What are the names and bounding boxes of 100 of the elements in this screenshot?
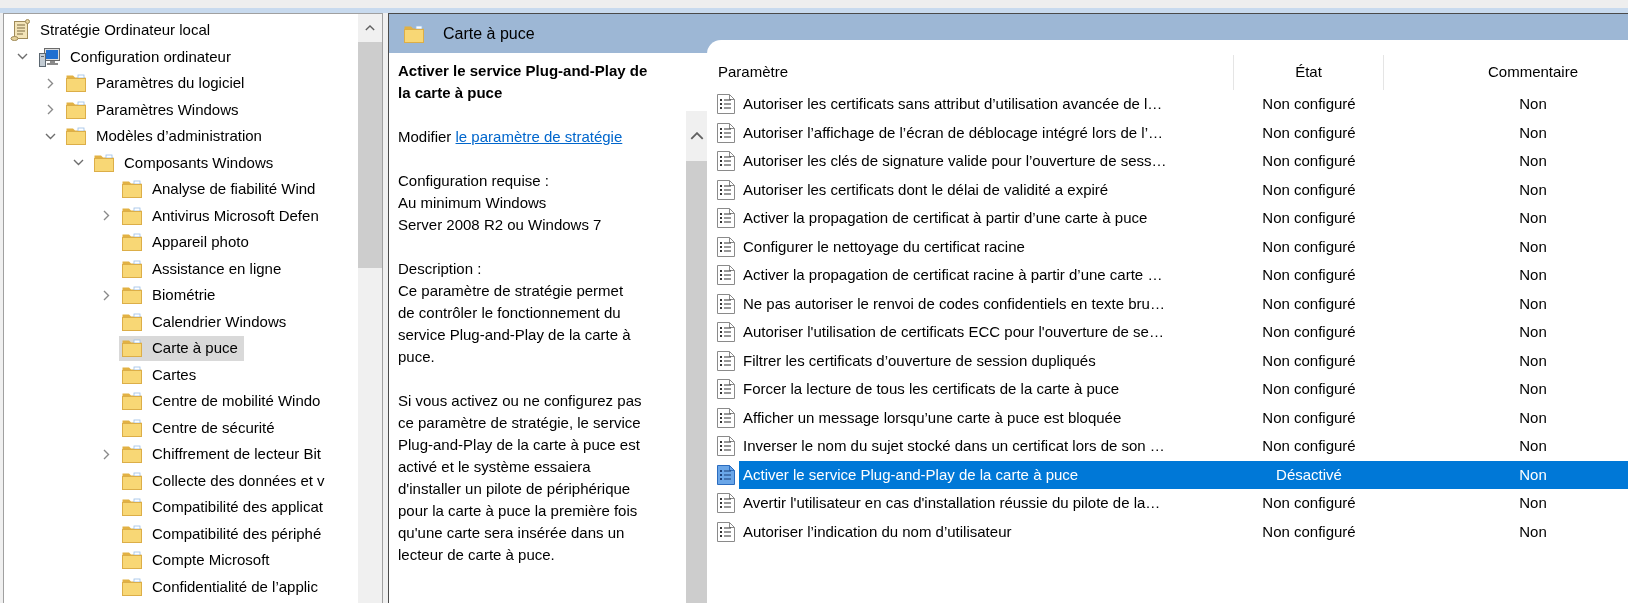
setting-state: Non configuré bbox=[1262, 322, 1356, 342]
folder-icon bbox=[122, 180, 142, 199]
setting-row[interactable]: Avertir l'utilisateur en cas d'installation réussie du pilote de la… Non configuré Non bbox=[739, 489, 1628, 517]
setting-row[interactable]: Afficher un message lorsqu’une carte à puce est bloquée Non configuré Non bbox=[739, 404, 1628, 432]
scroll-icon bbox=[10, 19, 30, 42]
requirements-label: Configuration requise : bbox=[398, 171, 550, 191]
setting-comment: Non bbox=[1519, 236, 1547, 257]
column-header[interactable]: Commentaire bbox=[1384, 55, 1628, 90]
document-list-icon bbox=[717, 293, 735, 314]
tree-item[interactable]: Compte Microsoft bbox=[119, 547, 276, 573]
computer-icon bbox=[38, 46, 60, 67]
setting-state: Non configuré bbox=[1262, 350, 1356, 371]
chevron-down-icon[interactable] bbox=[73, 159, 84, 167]
setting-comment: Non bbox=[1519, 179, 1547, 200]
column-header[interactable]: Paramètre bbox=[707, 55, 1234, 90]
folder-icon bbox=[122, 312, 142, 331]
scrollbar-thumb[interactable] bbox=[358, 42, 382, 268]
chevron-right-icon[interactable] bbox=[103, 210, 110, 222]
tree-item[interactable]: Cartes bbox=[119, 362, 203, 388]
document-list-icon bbox=[717, 407, 735, 428]
setting-row[interactable]: Activer le service Plug-and-Play de la carte à puce Désactivé Non bbox=[739, 461, 1628, 489]
document-list-icon bbox=[717, 521, 735, 542]
tree-item[interactable]: Biométrie bbox=[119, 282, 222, 308]
folder-icon bbox=[122, 418, 142, 437]
setting-row[interactable]: Autoriser les certificats dont le délai de validité a expiré Non configuré Non bbox=[739, 176, 1628, 204]
tree-item[interactable]: Assistance en ligne bbox=[119, 256, 288, 282]
setting-state: Non configuré bbox=[1262, 521, 1356, 542]
tree-item[interactable]: Chiffrement de lecteur Bit bbox=[119, 441, 327, 467]
tree-item[interactable]: Collecte des données et v bbox=[119, 468, 331, 494]
folder-icon bbox=[122, 392, 142, 411]
tree-item[interactable]: Calendrier Windows bbox=[119, 309, 293, 335]
tree-item[interactable]: Centre de sécurité bbox=[119, 415, 281, 441]
setting-name: Activer la propagation de certificat racine à partir d’une carte … bbox=[743, 266, 1163, 283]
tree-item[interactable]: Paramètres Windows bbox=[63, 97, 245, 123]
setting-row[interactable]: Autoriser l’indication du nom d’utilisateur Non configuré Non bbox=[739, 518, 1628, 546]
chevron-down-icon[interactable] bbox=[17, 53, 28, 61]
setting-comment: Non bbox=[1519, 94, 1547, 114]
setting-name: Autoriser les certificats dont le délai de validité a expiré bbox=[743, 180, 1109, 198]
setting-row[interactable]: Forcer la lecture de tous les certificats de la carte à puce Non configuré Non bbox=[739, 375, 1628, 403]
document-list-icon bbox=[717, 436, 735, 457]
setting-row[interactable]: Ne pas autoriser le renvoi de codes confidentiels en texte bru… Non configuré Non bbox=[739, 290, 1628, 318]
chevron-down-icon[interactable] bbox=[45, 132, 56, 140]
setting-row[interactable]: Activer la propagation de certificat à partir d’une carte à puce Non configuré Non bbox=[739, 204, 1628, 232]
folder-icon bbox=[122, 577, 142, 596]
setting-row[interactable]: Autoriser l'utilisation de certificats ECC pour l'ouverture de se… Non configuré Non bbox=[739, 318, 1628, 346]
setting-row[interactable]: Configurer le nettoyage du certificat racine Non configuré Non bbox=[739, 233, 1628, 261]
tree-item[interactable]: Centre de mobilité Windo bbox=[119, 388, 327, 414]
tree-item[interactable]: Antivirus Microsoft Defen bbox=[119, 203, 325, 229]
tree-item[interactable]: Carte à puce bbox=[119, 335, 244, 361]
chevron-right-icon[interactable] bbox=[47, 104, 54, 116]
document-list-icon bbox=[717, 151, 735, 172]
setting-comment: Non bbox=[1519, 464, 1547, 485]
chevron-right-icon[interactable] bbox=[47, 77, 54, 89]
tree-item[interactable]: Paramètres du logiciel bbox=[63, 70, 251, 96]
chevron-right-icon[interactable] bbox=[103, 289, 110, 301]
folder-icon bbox=[66, 127, 86, 146]
folder-icon bbox=[122, 286, 142, 305]
setting-name: Avertir l'utilisateur en cas d'installation réussie du pilote de la… bbox=[743, 494, 1161, 511]
chevron-right-icon[interactable] bbox=[103, 448, 110, 460]
setting-row[interactable]: Autoriser l’affichage de l’écran de déblocage intégré lors de l’… Non configuré Non bbox=[739, 119, 1628, 147]
setting-state: Non configuré bbox=[1262, 94, 1356, 114]
folder-icon bbox=[122, 339, 142, 358]
folder-icon bbox=[66, 100, 86, 119]
column-header[interactable]: État bbox=[1234, 55, 1384, 90]
setting-row[interactable]: Filtrer les certificats d’ouverture de session dupliqués Non configuré Non bbox=[739, 347, 1628, 375]
tree-item[interactable]: Stratégie Ordinateur local bbox=[7, 17, 217, 43]
setting-comment: Non bbox=[1519, 521, 1547, 542]
tree-item[interactable]: Modèles d’administration bbox=[63, 123, 268, 149]
tree-item[interactable]: Configuration ordinateur bbox=[35, 44, 237, 70]
document-list-icon bbox=[717, 208, 735, 229]
setting-comment: Non bbox=[1519, 293, 1547, 314]
tree-item[interactable]: Confidentialité de l’applic bbox=[119, 574, 324, 600]
tree-item[interactable]: Appareil photo bbox=[119, 229, 255, 255]
setting-state: Non configuré bbox=[1262, 493, 1356, 513]
setting-state: Non configuré bbox=[1262, 407, 1356, 428]
document-list-icon bbox=[717, 265, 735, 286]
policy-setting-link[interactable]: le paramètre de stratégie bbox=[455, 128, 623, 145]
setting-name: Autoriser les certificats sans attribut d’utilisation avancée de l… bbox=[743, 95, 1163, 112]
setting-row[interactable]: Autoriser les certificats sans attribut d’utilisation avancée de l… Non configuré Non bbox=[739, 90, 1628, 118]
setting-row[interactable]: Autoriser les clés de signature valide pour l’ouverture de sess… Non configuré Non bbox=[739, 147, 1628, 175]
setting-name: Ne pas autoriser le renvoi de codes confidentiels en texte bru… bbox=[743, 294, 1165, 312]
tree-item[interactable]: Compatibilité des applicat bbox=[119, 494, 329, 520]
setting-comment: Non bbox=[1519, 208, 1547, 228]
setting-comment: Non bbox=[1519, 122, 1547, 143]
setting-row[interactable]: Inverser le nom du sujet stocké dans un certificat lors de son … Non configuré Non bbox=[739, 432, 1628, 460]
description-text: Ce paramètre de stratégie permet de contrôler le fonctionnement du service Plug-and-Play de la carte à puce. bbox=[398, 281, 632, 367]
document-list-icon bbox=[717, 350, 735, 371]
chevron-up-icon bbox=[365, 25, 375, 31]
tree-item[interactable]: Compatibilité des périphé bbox=[119, 521, 328, 547]
setting-name: Activer la propagation de certificat à partir d’une carte à puce bbox=[743, 209, 1148, 226]
description-text: Si vous activez ou ne configurez pas ce paramètre de stratégie, le service Plug-and-Play de la carte à puce est activé et le système essaiera d'installer un pilote de périphérique pour la carte à puce la première fois qu'une carte sera insérée dans un lecteur de carte à puce. bbox=[398, 391, 642, 565]
folder-icon bbox=[122, 551, 142, 570]
tree-item[interactable]: Composants Windows bbox=[91, 150, 280, 176]
setting-comment: Non bbox=[1519, 151, 1547, 171]
setting-name: Activer le service Plug-and-Play de la carte à puce bbox=[743, 465, 1079, 483]
setting-name: Autoriser les clés de signature valide pour l’ouverture de sess… bbox=[743, 152, 1167, 169]
setting-state: Non configuré bbox=[1262, 208, 1356, 228]
tree-item[interactable]: Analyse de fiabilité Wind bbox=[119, 176, 322, 202]
document-list-icon bbox=[717, 464, 735, 485]
setting-row[interactable]: Activer la propagation de certificat racine à partir d’une carte … Non configuré Non bbox=[739, 261, 1628, 289]
